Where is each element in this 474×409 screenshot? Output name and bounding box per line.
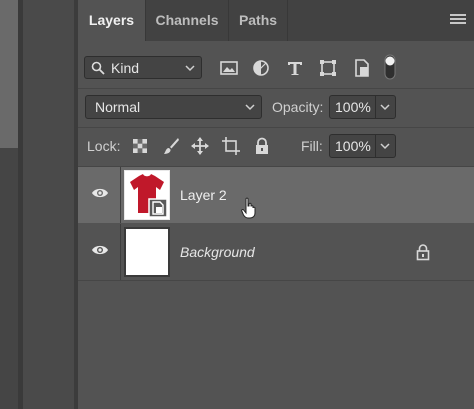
eye-visibility-icon[interactable] bbox=[91, 243, 109, 257]
tab-paths[interactable]: Paths bbox=[229, 0, 287, 41]
panel-menu-icon[interactable] bbox=[450, 14, 466, 26]
adjustment-filter-icon[interactable] bbox=[250, 57, 272, 79]
fill-dropdown-button[interactable] bbox=[376, 134, 396, 158]
chevron-down-icon bbox=[380, 104, 390, 111]
shape-filter-icon[interactable] bbox=[317, 57, 339, 79]
layer-row-layer-2[interactable]: Layer 2 bbox=[78, 167, 474, 223]
tab-separator bbox=[287, 0, 288, 41]
search-icon bbox=[91, 61, 105, 75]
divider bbox=[78, 280, 474, 281]
row-separator bbox=[120, 224, 121, 280]
blend-mode-select[interactable]: Normal bbox=[85, 95, 262, 119]
lock-all-icon[interactable] bbox=[252, 136, 272, 156]
layer-lock-icon[interactable] bbox=[415, 243, 431, 261]
left-scroll-thumb[interactable] bbox=[0, 0, 18, 148]
lock-transparent-pixels-icon[interactable] bbox=[130, 136, 150, 156]
panel-gap bbox=[23, 0, 74, 409]
layer-row-background[interactable]: Background bbox=[78, 224, 474, 280]
chevron-down-icon bbox=[185, 65, 195, 72]
smart-object-filter-icon[interactable] bbox=[351, 57, 373, 79]
layers-panel: Layers Channels Paths Kind Normal Opacit… bbox=[78, 0, 474, 409]
blend-mode-value: Normal bbox=[95, 99, 141, 115]
opacity-input[interactable]: 100% bbox=[329, 95, 376, 119]
filter-toggle-switch[interactable] bbox=[384, 54, 396, 80]
white-thumbnail bbox=[126, 229, 168, 275]
fill-label: Fill: bbox=[301, 138, 323, 154]
divider bbox=[78, 88, 474, 89]
eye-visibility-icon[interactable] bbox=[91, 186, 109, 200]
panel-tab-bar: Layers Channels Paths bbox=[78, 0, 474, 41]
opacity-dropdown-button[interactable] bbox=[376, 95, 396, 119]
tab-layers[interactable]: Layers bbox=[78, 0, 145, 41]
layer-thumbnail[interactable] bbox=[124, 170, 170, 220]
type-filter-icon[interactable] bbox=[284, 57, 306, 79]
red-tshirt-icon bbox=[125, 171, 169, 219]
chevron-down-icon bbox=[245, 104, 255, 111]
layer-name[interactable]: Background bbox=[180, 244, 255, 260]
layer-name[interactable]: Layer 2 bbox=[180, 187, 227, 203]
chevron-down-icon bbox=[380, 143, 390, 150]
lock-position-move-icon[interactable] bbox=[190, 136, 210, 156]
image-filter-icon[interactable] bbox=[218, 57, 240, 79]
kind-filter-label: Kind bbox=[111, 60, 140, 76]
opacity-label: Opacity: bbox=[272, 99, 324, 115]
lock-image-pixels-brush-icon[interactable] bbox=[161, 136, 181, 156]
layer-thumbnail[interactable] bbox=[124, 227, 170, 277]
hand-cursor-icon bbox=[241, 197, 256, 219]
lock-label: Lock: bbox=[87, 138, 121, 154]
divider bbox=[78, 127, 474, 128]
fill-input[interactable]: 100% bbox=[329, 134, 376, 158]
row-separator bbox=[120, 167, 121, 223]
kind-filter-select[interactable]: Kind bbox=[84, 56, 202, 79]
layers-list: Layer 2 Background bbox=[78, 167, 474, 409]
tab-channels[interactable]: Channels bbox=[146, 0, 228, 41]
lock-artboard-icon[interactable] bbox=[221, 136, 241, 156]
